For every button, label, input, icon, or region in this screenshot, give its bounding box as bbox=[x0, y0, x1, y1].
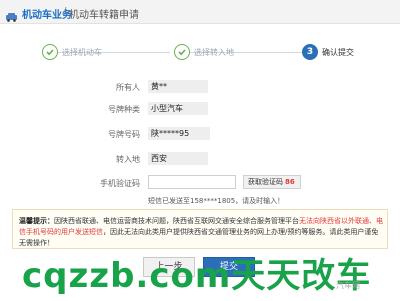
step-2-label: 选择转入地 bbox=[194, 48, 234, 57]
watermark-small-text: 汽车网 bbox=[336, 281, 360, 290]
step-2-check-icon bbox=[174, 44, 190, 60]
breadcrumb-separator: / bbox=[63, 6, 67, 17]
notice-box: 温馨提示：因陕西省联通、电信运营商技术问题，陕西省互联网交通安全综合服务管理平台… bbox=[12, 209, 388, 249]
get-code-label: 获取验证码 bbox=[248, 178, 283, 186]
step-3-number: 3 bbox=[302, 44, 318, 60]
step-1-check-icon bbox=[42, 44, 58, 60]
notice-title: 温馨提示： bbox=[19, 217, 54, 225]
plate-type-label: 号牌种类 bbox=[108, 105, 140, 114]
destination-label: 转入地 bbox=[116, 155, 140, 164]
step-3-label: 确认提交 bbox=[322, 48, 354, 57]
phone-code-input[interactable] bbox=[148, 175, 236, 189]
breadcrumb-page: 机动车转籍申请 bbox=[69, 10, 139, 21]
plate-type-value: 小型汽车 bbox=[148, 102, 208, 115]
notice-text-1: 因陕西省联通、电信运营商技术问题，陕西省互联网交通安全综合服务管理平台 bbox=[54, 217, 299, 225]
get-code-button[interactable]: 获取验证码 86 bbox=[243, 175, 301, 189]
get-code-countdown: 86 bbox=[285, 178, 295, 186]
phone-code-label: 手机验证码 bbox=[100, 179, 140, 188]
owner-label: 所有人 bbox=[116, 83, 140, 92]
watermark-text: cqzzb.com天天改车 bbox=[22, 256, 372, 296]
destination-value: 西安 bbox=[148, 152, 208, 165]
owner-value: 黄** bbox=[148, 80, 208, 93]
step-1-label: 选择机动车 bbox=[62, 48, 102, 57]
step-indicator: 选择机动车 选择转入地 3 确认提交 bbox=[0, 40, 400, 66]
plate-number-label: 号牌号码 bbox=[108, 130, 140, 139]
car-icon bbox=[5, 7, 18, 22]
top-bar: 机动车业务 / 机动车转籍申请 bbox=[0, 0, 400, 24]
sms-hint: 短信已发送至158****1805，请及时输入！ bbox=[148, 197, 285, 205]
plate-number-value: 陕*****95 bbox=[148, 127, 210, 140]
